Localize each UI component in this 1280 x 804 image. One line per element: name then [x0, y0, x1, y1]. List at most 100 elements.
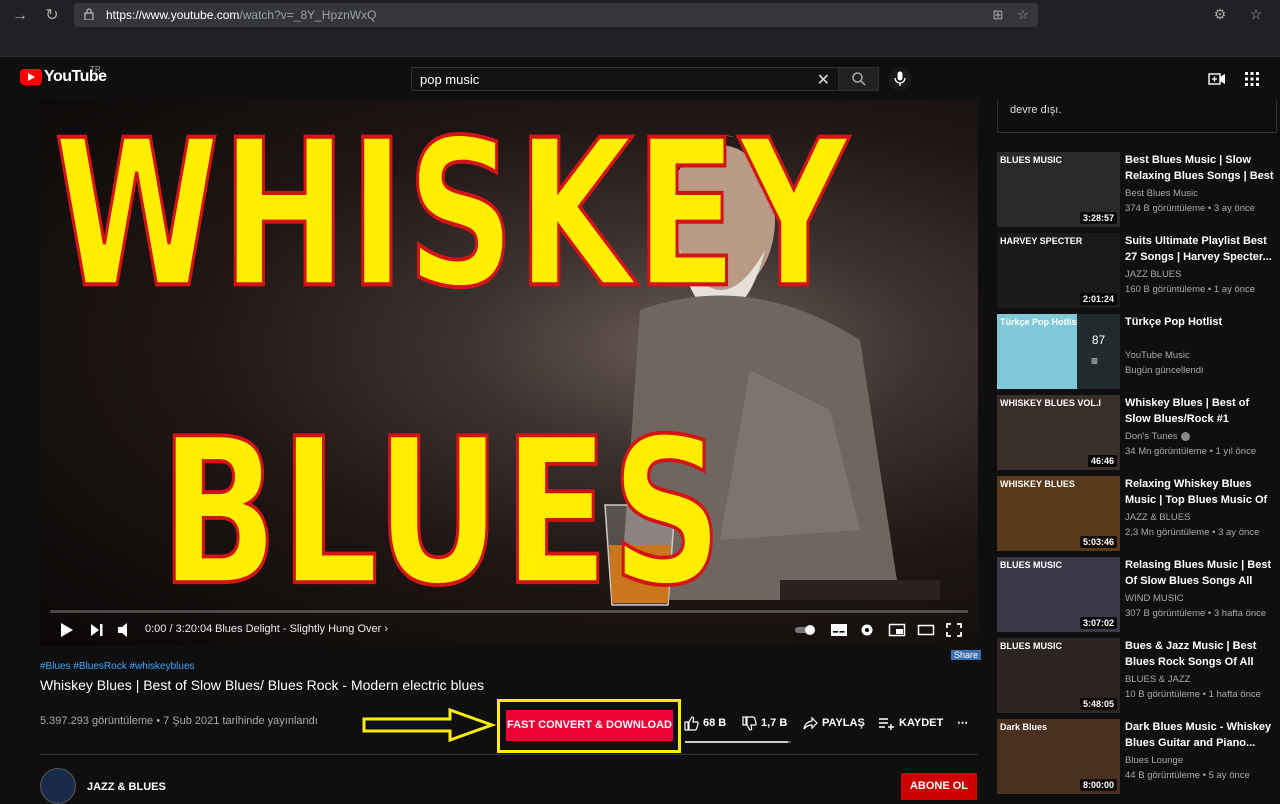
subtitles-icon[interactable]: [830, 620, 848, 640]
arrow-pointer-icon: [362, 708, 496, 742]
video-thumbnail[interactable]: Türkçe Pop Hotlist 87 ≡: [997, 314, 1120, 389]
hashtags[interactable]: #Blues #BluesRock #whiskeyblues: [40, 661, 195, 672]
browser-toolbar: → ↻ https://www.youtube.com/watch?v=_8Y_…: [0, 0, 1280, 56]
video-thumbnail[interactable]: BLUES MUSIC 3:07:02: [997, 557, 1120, 632]
recommendation-title[interactable]: Suits Ultimate Playlist Best 27 Songs | …: [1125, 233, 1275, 265]
recommendation-channel[interactable]: Blues Lounge: [1125, 755, 1183, 766]
theater-mode-icon[interactable]: [917, 620, 935, 640]
recommendation-item[interactable]: Dark Blues 8:00:00 Dark Blues Music - Whis…: [997, 719, 1277, 795]
recommendation-channel[interactable]: BLUES & JAZZ: [1125, 674, 1190, 685]
search-button[interactable]: [839, 67, 879, 91]
recommendation-title[interactable]: Whiskey Blues | Best of Slow Blues/Rock …: [1125, 395, 1275, 427]
miniplayer-icon[interactable]: [888, 620, 906, 640]
video-duration: 3:07:02: [1079, 617, 1117, 629]
channel-name[interactable]: JAZZ & BLUES: [87, 781, 166, 793]
like-ratio-fill: [685, 741, 788, 743]
video-duration: 3:28:57: [1079, 212, 1117, 224]
thumbs-down-icon: [742, 715, 757, 731]
recommendation-item[interactable]: HARVEY SPECTER 2:01:24 Suits Ultimate Play…: [997, 233, 1277, 309]
playlist-overlay: 87 ≡: [1077, 314, 1120, 389]
recommendation-channel[interactable]: Best Blues Music: [1125, 188, 1198, 199]
thumbnail-label: BLUES MUSIC: [1000, 641, 1063, 651]
search-query: pop music: [420, 72, 480, 87]
thumbnail-label: BLUES MUSIC: [1000, 155, 1063, 165]
thumbnail-label: HARVEY SPECTER: [1000, 236, 1083, 246]
video-thumbnail[interactable]: WHISKEY BLUES VOL.I 46:46: [997, 395, 1120, 470]
clear-search-icon[interactable]: ✕: [817, 70, 830, 90]
create-video-icon[interactable]: [1208, 70, 1226, 88]
video-player[interactable]: WHISKEY BLUES 0:00 / 3:20:04 Blues Delig…: [40, 100, 978, 646]
youtube-header: YouTube TR pop music ✕: [0, 57, 1280, 100]
time-display: 0:00 / 3:20:04: [145, 623, 213, 635]
playlist-count: 87: [1091, 333, 1106, 347]
recommendation-channel[interactable]: JAZZ BLUES: [1125, 269, 1182, 280]
video-duration: 2:01:24: [1079, 293, 1117, 305]
more-actions-icon[interactable]: ⋯: [957, 715, 968, 731]
channel-avatar[interactable]: [40, 768, 76, 804]
recommendation-channel[interactable]: YouTube Music: [1125, 350, 1190, 361]
divider: [40, 754, 978, 755]
autoplay-toggle-icon[interactable]: [794, 620, 818, 640]
fast-convert-download-button[interactable]: FAST CONVERT & DOWNLOAD: [506, 710, 673, 741]
progress-bar[interactable]: [50, 610, 968, 613]
next-icon[interactable]: [90, 620, 104, 640]
favorite-star-icon[interactable]: ☆: [1015, 7, 1031, 23]
recommendation-channel[interactable]: JAZZ & BLUES: [1125, 512, 1190, 523]
fullscreen-icon[interactable]: [946, 620, 962, 640]
save-button[interactable]: KAYDET: [878, 715, 943, 731]
art-title-bottom: BLUES: [159, 393, 725, 632]
recommendation-channel[interactable]: Don's Tunes: [1125, 431, 1190, 442]
apps-grid-icon[interactable]: [1243, 70, 1261, 88]
video-thumbnail[interactable]: BLUES MUSIC 5:48:05: [997, 638, 1120, 713]
playlist-icon: ≡: [1091, 354, 1099, 368]
search-input[interactable]: pop music ✕: [411, 67, 839, 91]
recommendation-item[interactable]: BLUES MUSIC 3:28:57 Best Blues Music | Slo…: [997, 152, 1277, 228]
recommendation-item[interactable]: BLUES MUSIC 5:48:05 Bues & Jazz Music | Be…: [997, 638, 1277, 714]
recommendation-title[interactable]: Best Blues Music | Slow Relaxing Blues S…: [1125, 152, 1275, 184]
recommendation-meta: 34 Mn görüntüleme • 1 yıl önce: [1125, 446, 1257, 457]
favorites-icon[interactable]: ☆: [1247, 6, 1265, 24]
thumbnail-label: WHISKEY BLUES VOL.I: [1000, 398, 1101, 408]
subscribe-button[interactable]: ABONE OL: [901, 773, 977, 800]
video-duration: 5:03:46: [1079, 536, 1117, 548]
reload-icon[interactable]: ↻: [42, 6, 62, 26]
youtube-logo-icon[interactable]: [20, 69, 42, 85]
thumbnail-label: WHISKEY BLUES: [1000, 479, 1075, 489]
recommendation-title[interactable]: Relaxing Whiskey Blues Music | Top Blues…: [1125, 476, 1275, 508]
recommendation-item[interactable]: BLUES MUSIC 3:07:02 Relasing Blues Music |…: [997, 557, 1277, 633]
play-icon[interactable]: [60, 620, 74, 640]
volume-icon[interactable]: [117, 620, 133, 640]
recommendation-title[interactable]: Türkçe Pop Hotlist: [1125, 314, 1275, 330]
address-bar[interactable]: https://www.youtube.com/watch?v=_8Y_Hpzn…: [74, 3, 1038, 27]
voice-search-button[interactable]: [888, 67, 912, 91]
app-icon[interactable]: ⊞: [990, 7, 1006, 23]
lock-icon: [84, 8, 94, 20]
search-icon: [852, 72, 866, 86]
url-text: https://www.youtube.com/watch?v=_8Y_Hpzn…: [106, 8, 377, 22]
settings-gear-icon[interactable]: [859, 620, 875, 640]
recommendation-meta: 374 B görüntüleme • 3 ay önce: [1125, 203, 1256, 214]
dislike-button[interactable]: 1,7 B: [742, 715, 787, 731]
recommendation-item[interactable]: Türkçe Pop Hotlist 87 ≡ Türkçe Pop Hotlist Y…: [997, 314, 1277, 390]
share-tag[interactable]: Share: [951, 650, 982, 660]
recommendation-meta: 160 B görüntüleme • 1 ay önce: [1125, 284, 1256, 295]
forward-icon[interactable]: →: [10, 6, 30, 26]
video-thumbnail[interactable]: HARVEY SPECTER 2:01:24: [997, 233, 1120, 308]
share-button[interactable]: PAYLAŞ: [803, 715, 865, 731]
video-thumbnail[interactable]: Dark Blues 8:00:00: [997, 719, 1120, 794]
video-thumbnail[interactable]: BLUES MUSIC 3:28:57: [997, 152, 1120, 227]
recommendation-title[interactable]: Bues & Jazz Music | Best Blues Rock Song…: [1125, 638, 1275, 670]
thumbs-up-icon: [684, 715, 699, 731]
like-ratio-bar: [685, 741, 791, 743]
chat-disabled-note: devre dışı.: [997, 100, 1277, 133]
add-to-playlist-icon: [879, 717, 894, 730]
video-thumbnail[interactable]: WHISKEY BLUES 5:03:46: [997, 476, 1120, 551]
recommendation-channel[interactable]: WIND MUSIC: [1125, 593, 1184, 604]
like-button[interactable]: 68 B: [684, 715, 726, 731]
recommendation-item[interactable]: WHISKEY BLUES VOL.I 46:46 Whiskey Blues | …: [997, 395, 1277, 471]
recommendation-title[interactable]: Dark Blues Music - Whiskey Blues Guitar …: [1125, 719, 1275, 751]
recommendation-item[interactable]: WHISKEY BLUES 5:03:46 Relaxing Whiskey Blu…: [997, 476, 1277, 552]
chapter-title[interactable]: Blues Delight - Slightly Hung Over ›: [215, 623, 388, 635]
extensions-icon[interactable]: ⚙: [1211, 6, 1229, 24]
recommendation-title[interactable]: Relasing Blues Music | Best Of Slow Blue…: [1125, 557, 1275, 589]
